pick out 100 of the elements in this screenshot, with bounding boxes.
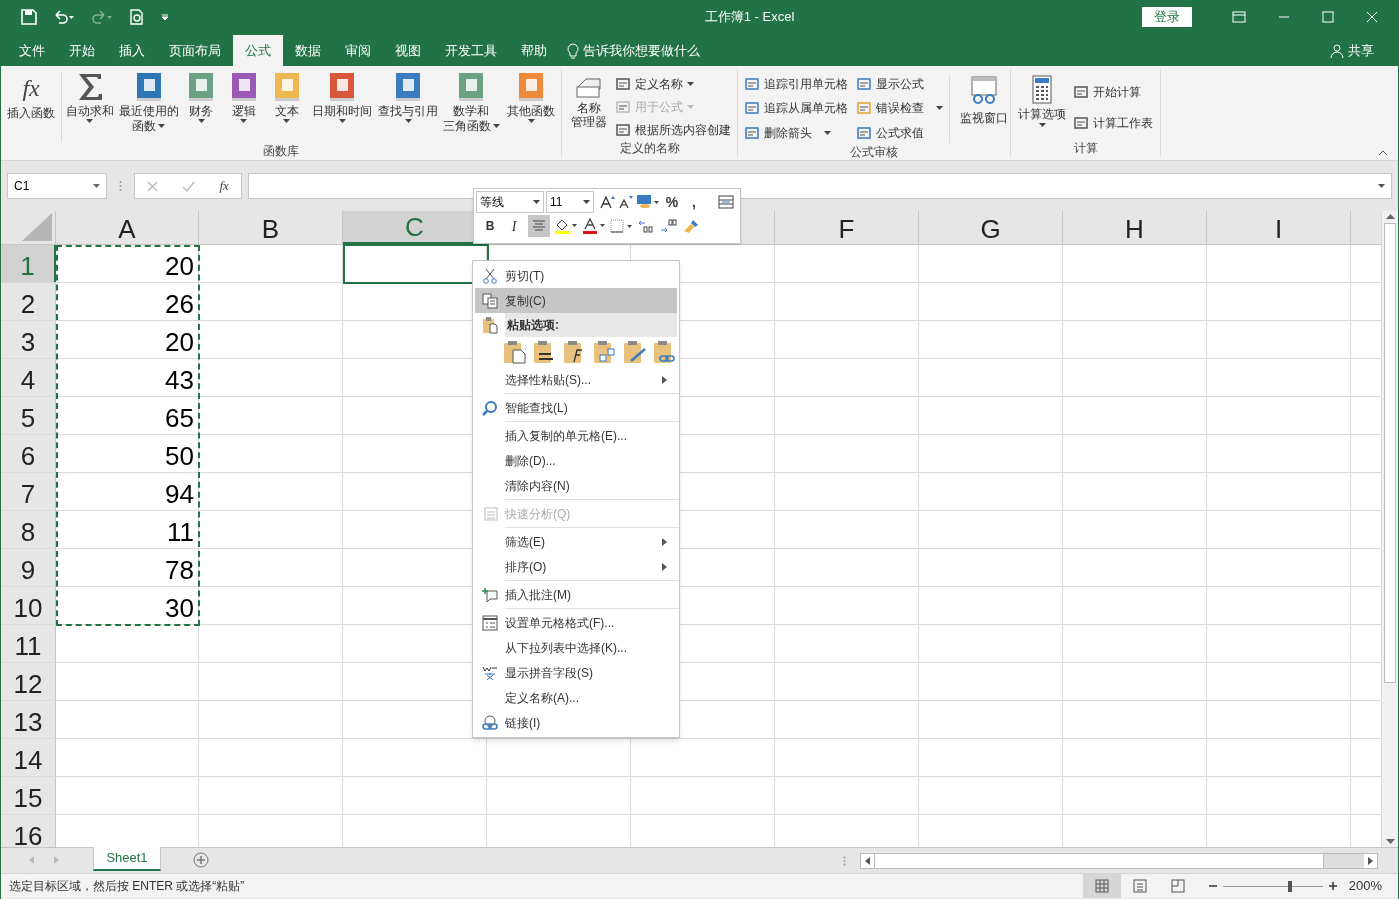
grow-font-icon[interactable] [600, 195, 616, 209]
auditing-command[interactable]: 公式求值 [856, 123, 943, 142]
select-all-icon[interactable] [22, 213, 52, 241]
insert-function-button[interactable]: fx 插入函数 [1, 72, 63, 142]
menu-item[interactable]: 插入批注(M) [475, 582, 677, 607]
menu-item[interactable]: 筛选(E) [475, 529, 677, 554]
sheet-cell[interactable]: 43 [56, 359, 199, 396]
scroll-up-icon[interactable] [1385, 213, 1395, 219]
row-header[interactable]: 2 [1, 283, 56, 320]
function-category-button[interactable]: 文本 [266, 72, 308, 142]
ribbon-tab[interactable]: 开发工具 [433, 35, 509, 66]
function-category-button[interactable]: 日期和时间 [309, 72, 375, 142]
shrink-font-icon[interactable] [618, 195, 634, 209]
sign-in-button[interactable]: 登录 [1142, 6, 1192, 27]
menu-item[interactable]: 链接(I) [475, 710, 677, 735]
function-category-button[interactable]: 最近使用的函数 [118, 72, 180, 142]
row-header[interactable]: 6 [1, 435, 56, 472]
function-category-button[interactable]: 财务 [181, 72, 221, 142]
previous-sheet-icon[interactable] [29, 856, 34, 864]
sheet-cell[interactable]: 30 [56, 587, 199, 624]
add-sheet-icon[interactable] [193, 852, 209, 868]
auditing-command[interactable]: 追踪引用单元格 [744, 75, 848, 93]
fill-color-icon[interactable] [554, 217, 578, 235]
defined-name-command[interactable]: 定义名称 [615, 75, 731, 93]
row-header[interactable]: 10 [1, 587, 56, 624]
row-header[interactable]: 4 [1, 359, 56, 396]
sheet-cell[interactable]: 20 [56, 245, 199, 282]
accounting-format-icon[interactable] [636, 194, 660, 210]
insert-function-button[interactable]: fx [219, 176, 229, 196]
row-header[interactable]: 7 [1, 473, 56, 510]
share-button[interactable]: 共享 [1348, 40, 1374, 61]
undo-icon[interactable] [53, 8, 75, 25]
ribbon-tab[interactable]: 开始 [57, 35, 107, 66]
tell-me-field[interactable]: 告诉我你想要做什么 [583, 40, 700, 61]
row-header[interactable]: 9 [1, 549, 56, 586]
menu-item[interactable]: 定义名称(A)... [475, 685, 677, 710]
row-header[interactable]: 12 [1, 663, 56, 700]
calculation-options-button[interactable]: 计算选项 [1017, 75, 1067, 139]
calculation-command[interactable]: 计算工作表 [1073, 114, 1153, 132]
sheet-cell[interactable]: 78 [56, 549, 199, 586]
print-preview-icon[interactable] [129, 8, 145, 25]
maximize-icon[interactable] [1322, 10, 1334, 23]
column-header[interactable]: G [919, 211, 1063, 244]
auditing-command[interactable]: 错误检查 [856, 99, 943, 118]
row-header[interactable]: 5 [1, 397, 56, 434]
ribbon-tab[interactable]: 公式 [233, 35, 283, 66]
column-header[interactable]: F [775, 211, 919, 244]
horizontal-scroll-thumb[interactable] [874, 854, 1324, 868]
view-button[interactable] [1082, 874, 1121, 898]
save-icon[interactable] [21, 8, 37, 25]
sheet-cell[interactable]: 20 [56, 321, 199, 358]
ribbon-tab[interactable]: 审阅 [333, 35, 383, 66]
ribbon-tab[interactable]: 数据 [283, 35, 333, 66]
decrease-decimal-icon[interactable] [660, 218, 678, 234]
scroll-down-icon[interactable] [1385, 839, 1395, 845]
font-color-icon[interactable] [582, 217, 606, 235]
column-header[interactable]: I [1207, 211, 1351, 244]
borders-icon[interactable] [610, 218, 634, 234]
menu-item[interactable]: 设置单元格格式(F)... [475, 610, 677, 635]
ribbon-tab[interactable]: 视图 [383, 35, 433, 66]
zoom-slider-thumb[interactable] [1287, 880, 1292, 892]
auditing-command[interactable]: 删除箭头 [744, 123, 848, 142]
ribbon-display-icon[interactable] [1232, 10, 1246, 23]
zoom-level[interactable]: 200% [1348, 876, 1382, 896]
menu-item[interactable]: 显示拼音字段(S) [475, 660, 677, 685]
defined-name-command[interactable]: 根据所选内容创建 [615, 121, 731, 139]
menu-item[interactable]: 插入复制的单元格(E)... [475, 423, 677, 448]
sheet-cell[interactable]: 94 [56, 473, 199, 510]
function-category-button[interactable]: 数学和三角函数 [441, 72, 501, 142]
watch-window-button[interactable]: 监视窗口 [958, 75, 1010, 143]
zoom-slider[interactable] [1222, 880, 1323, 892]
collapse-ribbon-icon[interactable] [1378, 150, 1388, 156]
auditing-command[interactable]: 追踪从属单元格 [744, 99, 848, 118]
italic-button[interactable]: I [504, 215, 524, 237]
row-header[interactable]: 8 [1, 511, 56, 548]
percent-style-button[interactable]: % [662, 191, 682, 213]
menu-item[interactable]: 智能查找(L) [475, 395, 677, 420]
menu-item[interactable]: 清除内容(N) [475, 473, 677, 498]
column-header[interactable]: H [1063, 211, 1207, 244]
cancel-icon[interactable] [147, 180, 159, 192]
format-table-icon[interactable] [718, 195, 734, 209]
menu-item[interactable]: 剪切(T) [475, 263, 677, 288]
close-icon[interactable] [1366, 10, 1378, 23]
row-header[interactable]: 3 [1, 321, 56, 358]
menu-item[interactable]: 删除(D)... [475, 448, 677, 473]
ribbon-tab[interactable]: 帮助 [509, 35, 559, 66]
row-header[interactable]: 1 [1, 245, 56, 282]
calculation-command[interactable]: 开始计算 [1073, 83, 1153, 101]
sheet-cell[interactable]: 11 [56, 511, 199, 548]
sheet-cell[interactable]: 26 [56, 283, 199, 320]
menu-item[interactable]: 从下拉列表中选择(K)... [475, 635, 677, 660]
redo-icon[interactable] [91, 8, 113, 25]
column-header[interactable]: A [56, 211, 199, 244]
vertical-scroll-thumb[interactable] [1384, 223, 1396, 683]
scroll-right-icon[interactable] [1368, 857, 1373, 865]
comma-style-button[interactable]: , [684, 191, 704, 213]
next-sheet-icon[interactable] [54, 856, 59, 864]
menu-item[interactable]: 选择性粘贴(S)... [475, 367, 677, 392]
function-category-button[interactable]: 查找与引用 [376, 72, 440, 142]
row-header[interactable]: 13 [1, 701, 56, 738]
